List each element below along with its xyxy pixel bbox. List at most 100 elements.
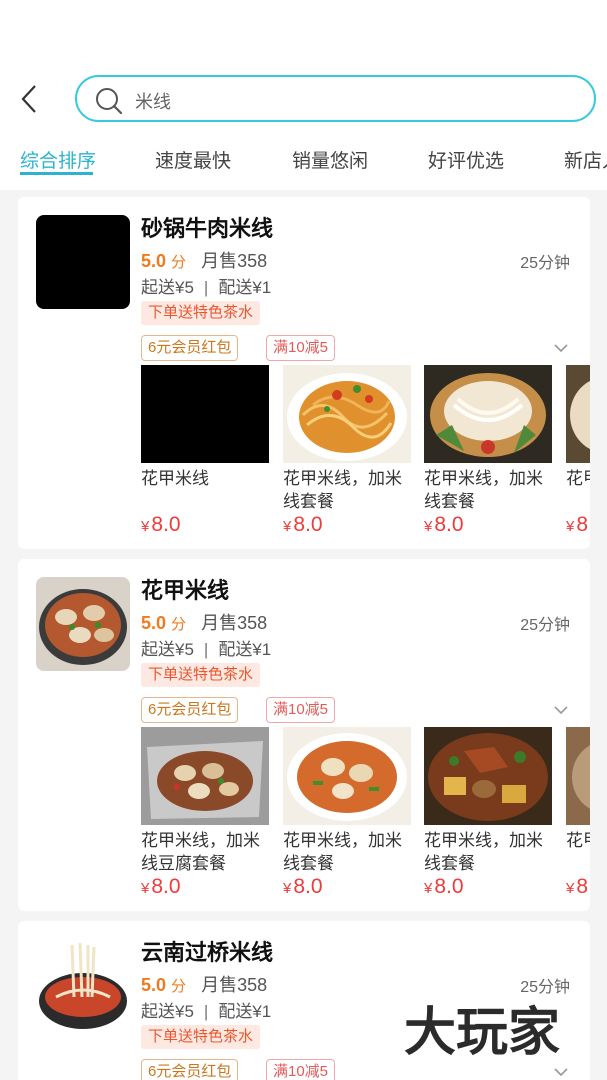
currency-symbol: ¥ <box>566 518 575 535</box>
search-icon <box>96 88 123 115</box>
discount-badge: 满10减5 <box>266 335 336 361</box>
price-value: 8.0 <box>151 513 181 536</box>
dish-list: 花甲米线 ¥8.0 花甲米线，加米线套餐 ¥8.0 花甲米线，加米线套餐 ¥8.… <box>18 365 590 545</box>
search-query-text: 米线 <box>135 92 171 112</box>
dish-item[interactable]: 花甲米线，加米线套餐 <box>424 365 552 513</box>
tab-comprehensive[interactable]: 综合排序 <box>20 146 96 173</box>
chevron-down-icon[interactable] <box>554 1067 568 1077</box>
delivery-fee: 配送¥1 <box>218 640 272 659</box>
member-coupon-badge: 6元会员红包 <box>141 335 239 361</box>
top-bar: 米线 综合排序 速度最快 销量悠闲 好评优选 新店入驻 <box>0 0 607 190</box>
dish-price: ¥8 <box>566 875 588 899</box>
tab-top-rated[interactable]: 好评优选 <box>428 146 504 173</box>
dish-item[interactable]: 花甲米线 <box>141 365 269 490</box>
divider: | <box>203 640 209 659</box>
dish-item[interactable]: 花甲米线，加米线套餐 <box>283 365 411 513</box>
promo-badge: 下单送特色茶水 <box>141 1025 261 1049</box>
dish-name: 花甲米线，加米线套餐 <box>283 469 402 511</box>
tab-sales[interactable]: 销量悠闲 <box>292 146 368 173</box>
divider: | <box>203 278 209 297</box>
dish-price: ¥8.0 <box>283 875 323 899</box>
shop-name: 砂锅牛肉米线 <box>141 216 274 241</box>
dish-list: 花甲米线，加米线豆腐套餐 ¥8.0 花甲米线，加米线套餐 ¥8.0 花甲米线，加… <box>18 727 590 907</box>
back-button[interactable] <box>14 82 44 116</box>
dish-item[interactable]: 花甲米线 <box>566 365 590 490</box>
divider: | <box>203 1002 209 1021</box>
monthly-sales: 月售358 <box>201 613 268 633</box>
shop-name: 花甲米线 <box>141 578 230 603</box>
chevron-down-icon[interactable] <box>554 343 568 353</box>
promo-badge: 下单送特色茶水 <box>141 301 261 325</box>
discount-badge: 满10减5 <box>266 697 336 723</box>
dish-item[interactable]: 花甲米线，加米线套餐 <box>424 727 552 875</box>
min-order: 起送¥5 <box>141 640 194 659</box>
shop-card[interactable]: 砂锅牛肉米线 5.0 分 月售358 25分钟 起送¥5 | 配送¥1 下单送特色茶… <box>18 197 590 549</box>
sort-tabs: 综合排序 速度最快 销量悠闲 好评优选 新店入驻 <box>0 138 607 182</box>
dish-price: ¥8.0 <box>424 513 464 537</box>
price-value: 8 <box>576 875 589 898</box>
discount-badge: 满10减5 <box>266 1059 336 1080</box>
dish-image <box>141 727 269 825</box>
dish-name: 花甲米线 <box>566 831 590 850</box>
currency-symbol: ¥ <box>424 880 433 897</box>
chevron-left-icon <box>21 85 36 113</box>
price-value: 8.0 <box>151 875 181 898</box>
dish-price: ¥8.0 <box>141 513 181 537</box>
currency-symbol: ¥ <box>424 518 433 535</box>
shop-thumbnail <box>36 939 130 1033</box>
price-value: 8.0 <box>293 875 323 898</box>
tab-fastest[interactable]: 速度最快 <box>155 146 231 173</box>
currency-symbol: ¥ <box>283 518 292 535</box>
dish-name: 花甲米线 <box>566 469 590 488</box>
watermark-logo: 大玩家 <box>404 1003 560 1063</box>
price-value: 8.0 <box>293 513 323 536</box>
chevron-down-icon[interactable] <box>554 705 568 715</box>
dish-image <box>424 727 552 825</box>
shop-name: 云南过桥米线 <box>141 940 274 965</box>
svg-text:大玩家: 大玩家 <box>404 1003 560 1063</box>
score-unit: 分 <box>171 254 187 271</box>
promo-badge: 下单送特色茶水 <box>141 663 261 687</box>
delivery-time: 25分钟 <box>520 255 570 272</box>
dish-image <box>141 365 269 463</box>
currency-symbol: ¥ <box>566 880 575 897</box>
member-coupon-badge: 6元会员红包 <box>141 697 239 723</box>
dish-image <box>424 365 552 463</box>
min-order: 起送¥5 <box>141 278 194 297</box>
shop-card[interactable]: 花甲米线 5.0 分 月售358 25分钟 起送¥5 | 配送¥1 下单送特色茶水 … <box>18 559 590 911</box>
dish-image <box>283 365 411 463</box>
monthly-sales: 月售358 <box>201 251 268 271</box>
currency-symbol: ¥ <box>283 880 292 897</box>
price-value: 8 <box>576 513 589 536</box>
shop-image <box>36 215 130 309</box>
dish-image <box>566 727 590 825</box>
shop-image <box>36 939 130 1033</box>
score-unit: 分 <box>171 616 187 633</box>
score-unit: 分 <box>171 978 187 995</box>
dish-item[interactable]: 花甲米线，加米线豆腐套餐 <box>141 727 269 875</box>
shop-score: 5.0 <box>141 251 167 271</box>
shop-thumbnail <box>36 577 130 671</box>
dish-name: 花甲米线，加米线套餐 <box>424 469 543 511</box>
dish-name: 花甲米线，加米线套餐 <box>424 831 543 873</box>
delivery-fee: 配送¥1 <box>218 278 272 297</box>
dish-price: ¥8.0 <box>141 875 181 899</box>
fee-row: 起送¥5 | 配送¥1 <box>141 273 271 298</box>
shop-image <box>36 577 130 671</box>
delivery-time: 25分钟 <box>520 979 570 996</box>
tab-new-shops[interactable]: 新店入驻 <box>564 146 607 173</box>
dish-name: 花甲米线，加米线豆腐套餐 <box>141 831 260 873</box>
dish-price: ¥8.0 <box>424 875 464 899</box>
monthly-sales: 月售358 <box>201 975 268 995</box>
search-input[interactable]: 米线 <box>75 75 596 122</box>
dish-image <box>566 365 590 463</box>
currency-symbol: ¥ <box>141 518 150 535</box>
fee-row: 起送¥5 | 配送¥1 <box>141 997 271 1022</box>
delivery-time: 25分钟 <box>520 617 570 634</box>
dish-image <box>283 727 411 825</box>
member-coupon-badge: 6元会员红包 <box>141 1059 239 1080</box>
dish-item[interactable]: 花甲米线，加米线套餐 <box>283 727 411 875</box>
min-order: 起送¥5 <box>141 1002 194 1021</box>
dish-price: ¥8.0 <box>283 513 323 537</box>
dish-item[interactable]: 花甲米线 <box>566 727 590 852</box>
